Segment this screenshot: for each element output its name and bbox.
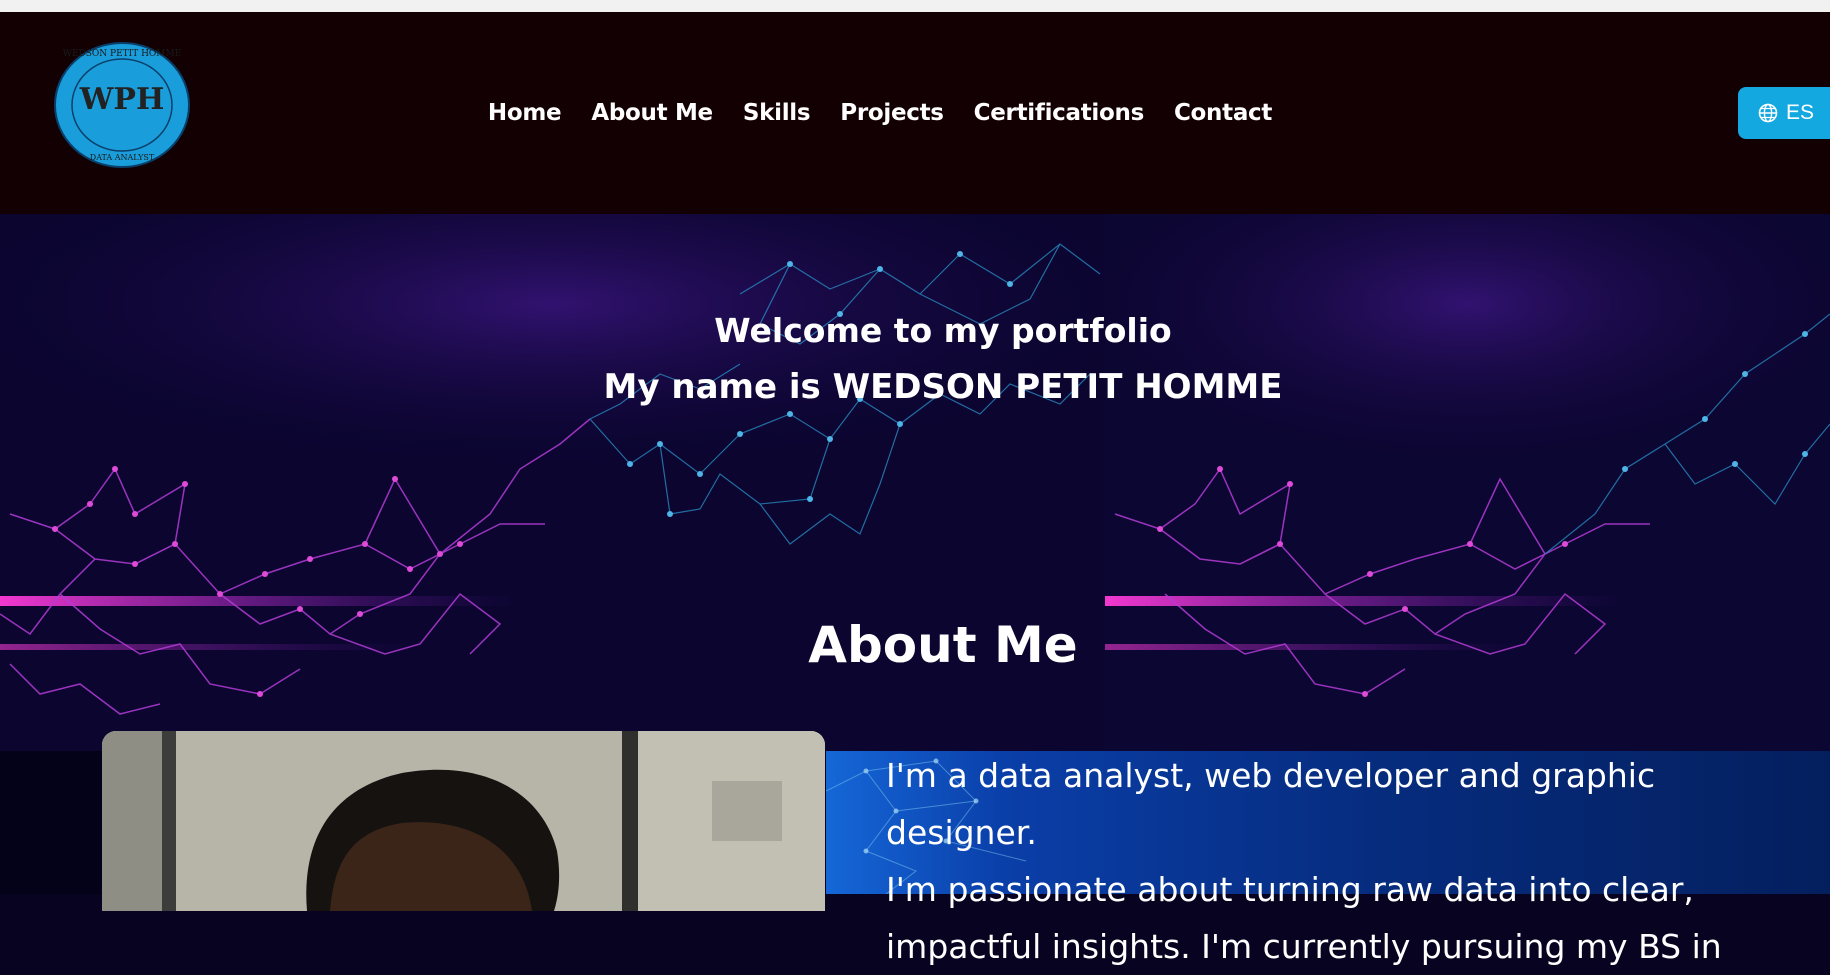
about-paragraph: I'm a data analyst, web developer and gr…: [886, 747, 1816, 975]
hero-name-line: My name is WEDSON PETIT HOMME: [603, 367, 1283, 407]
nav-contact[interactable]: Contact: [1174, 100, 1272, 126]
hero-welcome: Welcome to my portfolio: [714, 311, 1172, 350]
logo-name: WEDSON PETIT HOMME: [63, 49, 182, 59]
site-header: WPH WEDSON PETIT HOMME DATA ANALYST Home…: [0, 12, 1830, 214]
nav-home[interactable]: Home: [488, 100, 562, 126]
nav-certifications[interactable]: Certifications: [974, 100, 1145, 126]
globe-icon: [1758, 103, 1778, 123]
browser-top-strip: [0, 0, 1830, 12]
nav-skills[interactable]: Skills: [743, 100, 811, 126]
nav-projects[interactable]: Projects: [840, 100, 944, 126]
about-line-1: I'm a data analyst, web developer and gr…: [886, 756, 1656, 852]
about-line-3: impactful insights. I'm currently pursui…: [886, 927, 1722, 966]
language-label: ES: [1786, 101, 1815, 124]
logo-tagline: DATA ANALYST: [90, 153, 155, 162]
profile-photo: [102, 731, 825, 911]
main-nav: Home About Me Skills Projects Certificat…: [0, 100, 1830, 126]
language-toggle-button[interactable]: ES: [1738, 87, 1830, 139]
hero-section: Welcome to my portfolio My name is WEDSO…: [0, 214, 1830, 751]
nav-about-me[interactable]: About Me: [591, 100, 713, 126]
about-line-2: I'm passionate about turning raw data in…: [886, 870, 1694, 909]
about-section-title: About Me: [808, 616, 1078, 674]
